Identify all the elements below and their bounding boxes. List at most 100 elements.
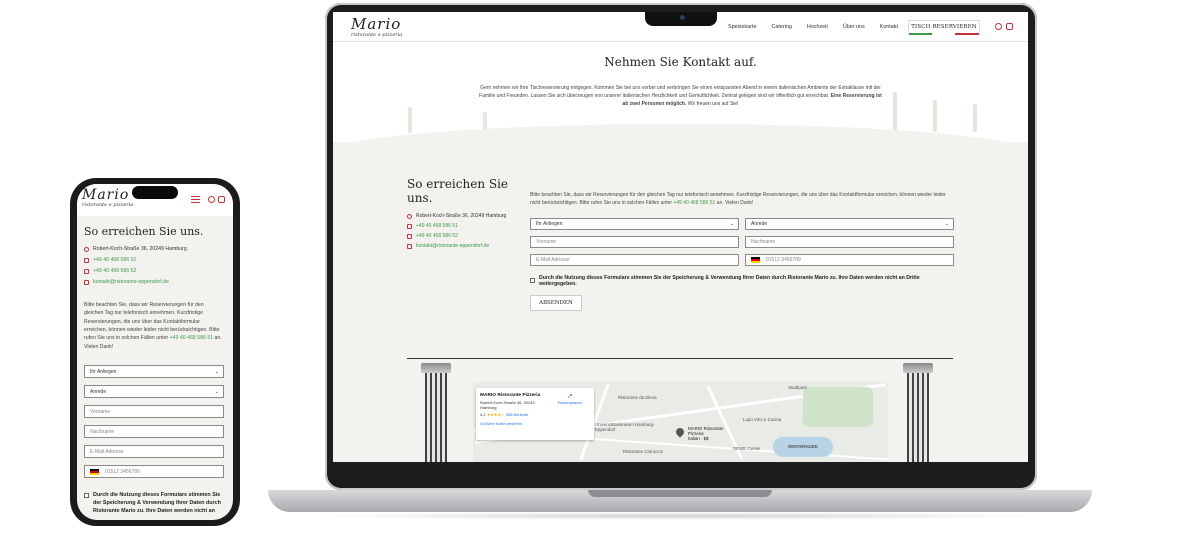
salutation-select[interactable]: Anrede ⌄ [745,217,954,230]
concern-select-value: Ihr Anliegen [536,220,563,227]
map-label-lupo: Lupo Vino e Cucina [743,417,782,422]
location-pin-icon [84,246,89,252]
contact-form-column: Bitte beachten Sie, dass wir Reservierun… [530,192,954,311]
logo-subtitle: ristorante e pizzeria [351,32,403,38]
column-capital [421,363,451,373]
cypress-decoration [973,104,977,132]
laptop-lip [588,490,772,497]
first-name-input[interactable]: Vorname [530,235,739,248]
phone-input-placeholder: 01512 3456789 [766,256,801,263]
laptop-shadow [300,512,1060,520]
page-title: Nehmen Sie Kontakt auf. [604,55,757,69]
nav-link-ueber-uns[interactable]: Über uns [843,24,865,30]
address-row: Robert-Koch-Straße 36, 20249 Hamburg [407,213,527,219]
nav-link-catering[interactable]: Catering [771,24,791,30]
map-label-klinikum: Universitätsklinikum Hamburg-Eppendorf [595,422,655,432]
phone-consent-checkbox[interactable] [84,493,89,498]
phone-phone-row-2[interactable]: +49 40 468 586 52 [84,268,229,274]
phone-phone-row-1[interactable]: +49 40 468 586 51 [84,257,229,263]
reserve-table-button[interactable]: TISCH RESERVIEREN [908,20,980,35]
phone-contact-list: Robert-Koch-Straße 36, 20249 Hamburg +49… [84,246,229,290]
camera-icon [680,15,685,20]
mail-icon[interactable] [218,196,225,203]
intro-text-end: Wir freuen uns auf Sie! [687,100,739,107]
phone-phone-placeholder: 01512 3456789 [105,468,140,475]
fax-icon [407,233,412,239]
phone-concern-select[interactable]: Ihr Anliegen ⌄ [84,365,224,378]
laptop-screen: Mario ristorante e pizzeria Speisekarte … [333,12,1028,462]
route-planner-button[interactable]: ➚ Routenplaner [558,392,582,405]
decorative-column-right [903,363,933,462]
phone-row-2[interactable]: +49 40 468 586 52 [407,233,527,239]
place-rating: 4,2 [480,412,486,417]
phone-icon[interactable] [208,196,215,203]
contact-column: So erreichen Sie uns. Robert-Koch-Straße… [407,177,527,253]
phone-row-1[interactable]: +49 40 468 586 51 [407,223,527,229]
cypress-decoration [408,107,412,133]
nav-link-kontakt[interactable]: Kontakt [880,24,898,30]
phone-icon[interactable] [995,23,1002,30]
phone-reservation-note: Bitte beachten Sie, dass wir Reservierun… [84,301,224,351]
phone-nav-icons [208,196,225,203]
email-input[interactable]: E-Mail Adresse [530,253,739,266]
place-rating-row: 4,2 ★★★★☆ 355 Berichte [480,412,590,417]
phone-email-link[interactable]: kontakt@ristorante-eppendorf.de [93,279,169,285]
german-flag-icon[interactable] [751,256,760,263]
cypress-decoration [893,92,897,132]
phone-salutation-value: Anrede [90,388,107,395]
german-flag-icon[interactable] [90,468,99,475]
hamburger-menu-icon[interactable] [191,196,200,203]
phone-email-input[interactable]: E-Mail Adresse [84,445,224,458]
email-link[interactable]: kontakt@ristorante-eppendorf.de [416,243,489,249]
phone-address-text: Robert-Koch-Straße 36, 20249 Hamburg [93,246,187,252]
site-logo[interactable]: Mario ristorante e pizzeria [351,15,402,38]
phone-phone-input[interactable]: 01512 3456789 [84,465,224,478]
place-address: Robert-Koch-Straße 36, 20249 Hamburg [480,400,535,410]
nav-link-hochzeit[interactable]: Hochzeit [807,24,828,30]
email-row[interactable]: kontakt@ristorante-eppendorf.de [407,243,527,249]
chevron-down-icon: ⌄ [214,388,219,395]
phone-phone-link-2[interactable]: +49 40 468 586 52 [93,268,136,274]
place-name: MARIO Ristorante Pizzeria [480,393,541,398]
phone-icon [84,257,89,263]
reviews-link[interactable]: 355 Berichte [506,412,528,417]
device-mockup-stage: Mario ristorante e pizzeria Speisekarte … [0,0,1200,550]
map-pin-name: MARIO Ristorante Pizzeria [688,426,724,436]
intro-text: Gern nehmen wir Ihre Tischreservierung e… [478,85,883,108]
fax-icon [84,268,89,274]
column-shaft [425,373,447,462]
larger-map-link[interactable]: Größere Karte ansehen [480,421,590,426]
consent-row: Durch die Nutzung dieses Formulars stimm… [530,275,954,287]
decorative-column-left [421,363,451,462]
park-area [803,387,873,427]
submit-button[interactable]: ABSENDEN [530,294,582,311]
phone-last-name-input[interactable]: Nachname [84,425,224,438]
route-planner-label: Routenplaner [558,400,583,405]
reservation-note: Bitte beachten Sie, dass wir Reservierun… [530,192,954,208]
nav-link-speisekarte[interactable]: Speisekarte [728,24,756,30]
phone-consent-text: Durch die Nutzung dieses Formulars stimm… [93,492,221,515]
phone-icon [407,223,412,229]
phone-link-2[interactable]: +49 40 468 586 52 [416,233,458,239]
consent-checkbox[interactable] [530,278,535,283]
phone-note-phone-link[interactable]: +49 40 468 586 51 [170,335,213,341]
concern-select[interactable]: Ihr Anliegen ⌄ [530,217,739,230]
phone-input[interactable]: 01512 3456789 [745,253,954,266]
note-end: an. Vielen Dank! [716,199,754,206]
map-label-winterhude: WINTERHUDE [788,444,818,449]
phone-contact-form: Ihr Anliegen ⌄ Anrede ⌄ Vorname Nachname… [84,365,224,485]
phone-site-logo[interactable]: Mario ristorante e pizzeria [82,187,133,208]
last-name-input[interactable]: Nachname [745,235,954,248]
mail-icon[interactable] [1006,23,1013,30]
phone-link-1[interactable]: +49 40 468 586 51 [416,223,458,229]
phone-salutation-select[interactable]: Anrede ⌄ [84,385,224,398]
logo-text: Mario [351,15,402,33]
phone-logo-subtitle: ristorante e pizzeria [82,202,134,208]
map-label-stadtpark: Stadtpark [788,385,807,390]
phone-contact-heading: So erreichen Sie uns. [84,225,204,238]
phone-email-row[interactable]: kontakt@ristorante-eppendorf.de [84,279,229,285]
phone-phone-link-1[interactable]: +49 40 468 586 51 [93,257,136,263]
phone-dynamic-island [132,186,178,199]
phone-first-name-input[interactable]: Vorname [84,405,224,418]
note-phone-link[interactable]: +49 40 468 586 51 [673,200,715,206]
